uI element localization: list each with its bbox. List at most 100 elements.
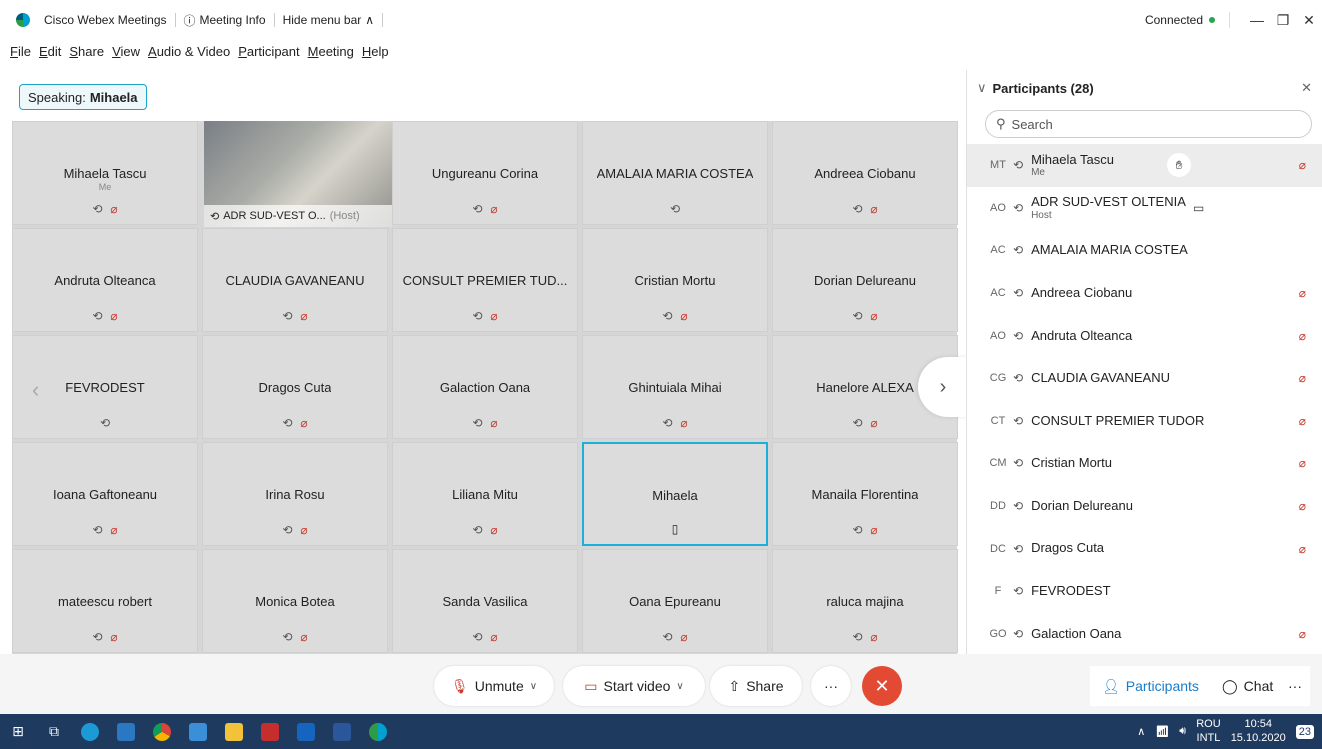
raise-hand-icon[interactable]: ✋︎ xyxy=(1167,153,1191,178)
participant-tile[interactable]: raluca majina ⟲ ⌀ xyxy=(772,549,958,653)
participant-row[interactable]: AO ⟲ ADR SUD-VEST OLTENIA Host ▭ xyxy=(967,187,1322,230)
participant-row[interactable]: CT ⟲ CONSULT PREMIER TUDOR ⌀ xyxy=(967,400,1322,443)
participant-tile[interactable]: Cristian Mortu ⟲ ⌀ xyxy=(582,228,768,332)
participant-tile[interactable]: Andreea Ciobanu ⟲ ⌀ xyxy=(772,121,958,225)
participant-tile[interactable]: Ghintuiala Mihai ⟲ ⌀ xyxy=(582,335,768,439)
participant-tile[interactable]: Irina Rosu ⟲ ⌀ xyxy=(202,442,388,546)
security-icon[interactable] xyxy=(252,714,288,749)
participant-tile[interactable]: Oana Epureanu ⟲ ⌀ xyxy=(582,549,768,653)
mic-muted-icon: ⌀ xyxy=(110,630,118,644)
menu-edit[interactable]: Edit xyxy=(39,44,61,60)
mail-icon[interactable] xyxy=(180,714,216,749)
participant-tile[interactable]: Andruta Olteanca ⟲ ⌀ xyxy=(12,228,198,332)
volume-icon[interactable]: 🔊︎ xyxy=(1179,725,1186,738)
participant-tile[interactable]: CLAUDIA GAVANEANU ⟲ ⌀ xyxy=(202,228,388,332)
task-view-icon[interactable]: ⧉ xyxy=(36,714,72,749)
store-icon[interactable] xyxy=(108,714,144,749)
tray-chevron-icon[interactable]: ∧ xyxy=(1137,725,1145,738)
participant-tile[interactable]: mateescu robert ⟲ ⌀ xyxy=(12,549,198,653)
participant-tile[interactable]: Ioana Gaftoneanu ⟲ ⌀ xyxy=(12,442,198,546)
participant-tile[interactable]: Liliana Mitu ⟲ ⌀ xyxy=(392,442,578,546)
mic-muted-icon[interactable]: ⌀ xyxy=(1299,499,1306,513)
participant-row[interactable]: CG ⟲ CLAUDIA GAVANEANU ⌀ xyxy=(967,357,1322,400)
avatar: F xyxy=(994,585,1002,598)
menu-view[interactable]: View xyxy=(112,44,140,60)
mic-muted-icon[interactable]: ⌀ xyxy=(1299,158,1306,172)
close-panel-icon[interactable]: ✕ xyxy=(1301,80,1312,96)
avatar: CG xyxy=(989,372,1007,385)
mic-muted-icon[interactable]: ⌀ xyxy=(1299,542,1306,556)
windows-start-icon[interactable]: ⊞ xyxy=(0,714,36,749)
prev-page-button[interactable]: ‹ xyxy=(32,377,39,403)
participant-row[interactable]: MT ⟲ Mihaela Tascu Me ✋︎ ⌀ xyxy=(967,144,1322,187)
participant-tile[interactable]: Dragos Cuta ⟲ ⌀ xyxy=(202,335,388,439)
clock[interactable]: 10:54 15.10.2020 xyxy=(1231,718,1286,744)
mic-muted-icon[interactable]: ⌀ xyxy=(1299,329,1306,343)
menu-share[interactable]: Share xyxy=(69,44,104,60)
start-video-button[interactable]: ▭ Start video ∨ xyxy=(563,666,705,706)
participant-tile[interactable]: Dorian Delureanu ⟲ ⌀ xyxy=(772,228,958,332)
menu-meeting[interactable]: Meeting xyxy=(308,44,354,60)
avatar: DC xyxy=(990,542,1006,555)
restore-button[interactable]: ❐ xyxy=(1270,0,1296,40)
participant-row[interactable]: F ⟲ FEVRODEST xyxy=(967,570,1322,613)
avatar: AO xyxy=(990,201,1006,214)
tile-status-icons: ⟲ ⌀ xyxy=(773,416,957,430)
mic-muted-icon[interactable]: ⌀ xyxy=(1299,286,1306,300)
participant-tile[interactable]: CONSULT PREMIER TUD... ⟲ ⌀ xyxy=(392,228,578,332)
participant-tile[interactable]: Mihaela Tascu Me ⟲ ⌀ xyxy=(12,121,198,225)
avatar: AC xyxy=(990,244,1006,257)
menu-participant[interactable]: Participant xyxy=(238,44,299,60)
participant-tile[interactable]: Manaila Florentina ⟲ ⌀ xyxy=(772,442,958,546)
mic-muted-icon[interactable]: ⌀ xyxy=(1299,414,1306,428)
minimize-button[interactable]: — xyxy=(1244,0,1270,40)
participant-tile[interactable]: Sanda Vasilica ⟲ ⌀ xyxy=(392,549,578,653)
participant-tile[interactable]: Galaction Oana ⟲ ⌀ xyxy=(392,335,578,439)
edge-icon[interactable] xyxy=(72,714,108,749)
participant-row[interactable]: AO ⟲ Andruta Olteanca ⌀ xyxy=(967,314,1322,357)
participant-row[interactable]: AC ⟲ Andreea Ciobanu ⌀ xyxy=(967,272,1322,315)
collapse-chevron-icon[interactable]: ∨ xyxy=(977,80,987,96)
participant-tile[interactable]: FEVRODEST ⟲ xyxy=(12,335,198,439)
unmute-button[interactable]: 🎙︎ Unmute ∨ xyxy=(434,666,554,706)
mic-muted-icon[interactable]: ⌀ xyxy=(1299,456,1306,470)
participant-tile[interactable]: Monica Botea ⟲ ⌀ xyxy=(202,549,388,653)
meeting-info-button[interactable]: ⓘ Meeting Info xyxy=(176,13,275,28)
menu-file[interactable]: File xyxy=(10,44,31,60)
participants-button[interactable]: 👤︎ Participants xyxy=(1090,666,1211,706)
hide-menu-button[interactable]: Hide menu bar ∧ xyxy=(275,13,384,27)
participant-row[interactable]: AC ⟲ AMALAIA MARIA COSTEA xyxy=(967,229,1322,272)
participant-row[interactable]: DD ⟲ Dorian Delureanu ⌀ xyxy=(967,485,1322,528)
mic-muted-icon[interactable]: ⌀ xyxy=(1299,371,1306,385)
participant-tile[interactable]: Ungureanu Corina ⟲ ⌀ xyxy=(392,121,578,225)
language-indicator[interactable]: ROU INTL xyxy=(1196,718,1220,744)
participant-tile[interactable]: AMALAIA MARIA COSTEA ⟲ xyxy=(582,121,768,225)
video-tile[interactable]: ⟲ ADR SUD-VEST O... (Host) xyxy=(204,121,392,227)
mic-muted-icon: ⌀ xyxy=(490,630,498,644)
close-window-button[interactable]: ✕ xyxy=(1296,0,1322,40)
mic-muted-icon[interactable]: ⌀ xyxy=(1299,627,1306,641)
menu-audio-video[interactable]: Audio & Video xyxy=(148,44,230,60)
audio-icon: ⟲ xyxy=(472,202,483,216)
chat-button[interactable]: ◯ Chat xyxy=(1210,666,1286,706)
more-options-button[interactable]: ··· xyxy=(811,666,851,706)
search-input[interactable]: ⚲ Search xyxy=(985,110,1312,138)
menu-help[interactable]: Help xyxy=(362,44,389,60)
mic-muted-icon: 🎙︎ xyxy=(450,677,469,694)
mic-muted-icon: ⌀ xyxy=(870,630,878,644)
more-panels-button[interactable]: ··· xyxy=(1280,666,1310,706)
outlook-icon[interactable] xyxy=(288,714,324,749)
explorer-icon[interactable] xyxy=(216,714,252,749)
network-icon[interactable]: 📶︎ xyxy=(1155,725,1169,738)
chrome-icon[interactable] xyxy=(144,714,180,749)
participant-row[interactable]: CM ⟲ Cristian Mortu ⌀ xyxy=(967,442,1322,485)
participant-row[interactable]: DC ⟲ Dragos Cuta ⌀ xyxy=(967,527,1322,570)
participant-row[interactable]: GO ⟲ Galaction Oana ⌀ xyxy=(967,613,1322,656)
webex-taskbar-icon[interactable] xyxy=(360,714,396,749)
end-meeting-button[interactable]: ✕ xyxy=(862,666,902,706)
participant-tile[interactable]: Mihaela ▯ xyxy=(582,442,768,546)
participant-name-block: CLAUDIA GAVANEANU xyxy=(1031,370,1170,385)
share-button[interactable]: ⇧ Share xyxy=(710,666,802,706)
word-icon[interactable] xyxy=(324,714,360,749)
notifications-icon[interactable]: 23 xyxy=(1295,724,1314,739)
